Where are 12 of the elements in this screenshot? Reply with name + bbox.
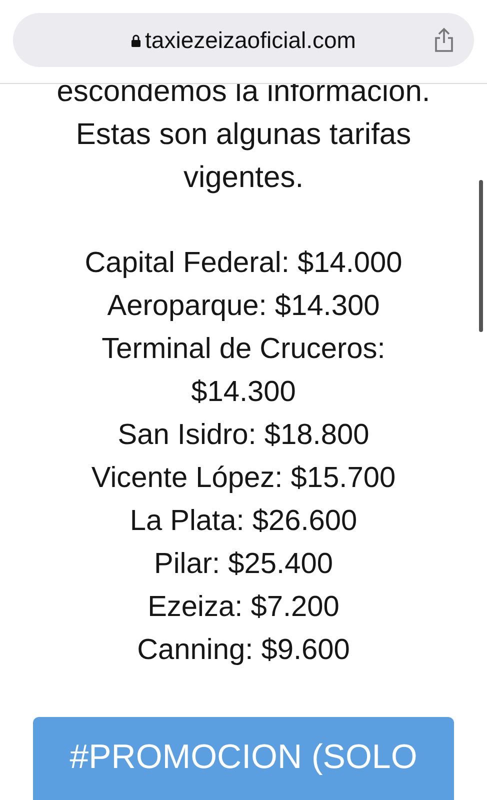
fare-line: Canning: $9.600 [137,633,350,668]
address-field[interactable]: taxiezeizaoficial.com [13,13,474,67]
share-icon[interactable] [434,27,454,53]
fare-line: Aeroparque: $14.300 [107,289,380,324]
fare-line: Ezeiza: $7.200 [148,590,340,625]
fare-line: La Plata: $26.600 [130,504,358,539]
fare-line: Terminal de Cruceros: $14.300 [100,332,386,410]
url-text: taxiezeizaoficial.com [145,26,356,54]
fare-line: Capital Federal: $14.000 [84,246,402,281]
fare-line: Pilar: $25.400 [154,547,333,582]
fare-line: San Isidro: $18.800 [118,418,370,453]
fare-line: Vicente López: $15.700 [91,461,396,496]
